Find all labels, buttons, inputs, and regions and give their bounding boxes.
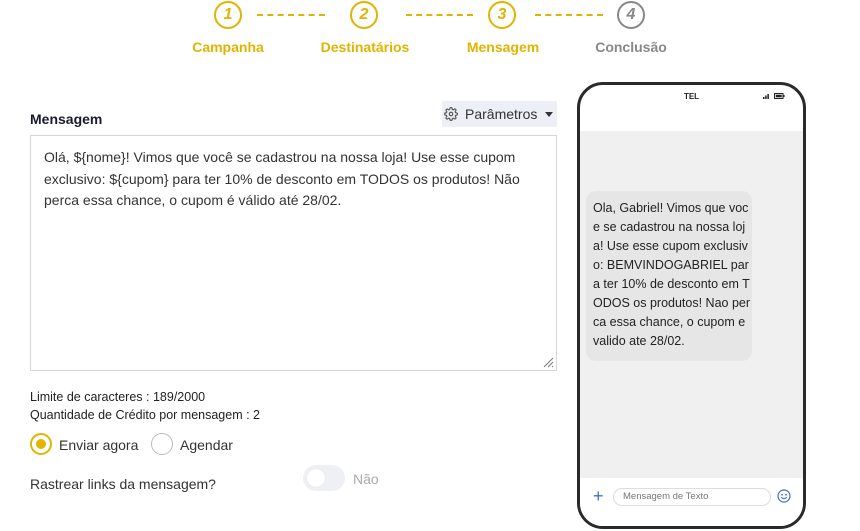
sms-preview-bubble: Ola, Gabriel! Vimos que voce se cadastro… (586, 191, 752, 361)
radio-schedule[interactable] (151, 433, 173, 455)
step-3-label[interactable]: Mensagem (467, 39, 539, 55)
battery-icon (774, 93, 785, 99)
track-links-state: Não (353, 471, 379, 487)
emoji-icon (777, 489, 791, 503)
step-2-label[interactable]: Destinatários (321, 39, 410, 55)
step-3-circle[interactable]: 3 (488, 1, 516, 29)
phone-compose-bar: + Mensagem de Texto (580, 478, 803, 526)
caret-down-icon (545, 111, 554, 117)
char-limit-text: Limite de caracteres : 189/2000 (30, 390, 206, 404)
step-connector (257, 14, 325, 16)
step-connector (406, 14, 473, 16)
toggle-knob (307, 469, 325, 487)
step-1-circle[interactable]: 1 (214, 1, 242, 29)
signal-icon (763, 94, 769, 99)
radio-schedule-label[interactable]: Agendar (180, 437, 233, 453)
section-title: Mensagem (30, 111, 103, 127)
phone-preview: TEL Ola, Gabriel! Vimos que voce se cada… (577, 82, 806, 529)
compose-input: Mensagem de Texto (613, 488, 771, 506)
resize-handle-icon[interactable] (542, 356, 554, 368)
phone-status-bar: TEL (580, 85, 803, 107)
track-links-toggle[interactable] (303, 465, 345, 491)
message-textarea[interactable]: Olá, ${nome}! Vimos que você se cadastro… (30, 135, 557, 371)
step-4-label: Conclusão (595, 39, 667, 55)
parameters-button[interactable]: Parâmetros (442, 101, 557, 127)
radio-send-now[interactable] (30, 433, 52, 455)
step-connector (535, 14, 603, 16)
parameters-label: Parâmetros (465, 106, 538, 122)
wizard-stepper: 1 2 3 4 Campanha Destinatários Mensagem … (0, 0, 860, 60)
step-1-label[interactable]: Campanha (192, 39, 264, 55)
gear-icon (444, 107, 458, 121)
step-2-circle[interactable]: 2 (350, 1, 378, 29)
phone-messages-area: Ola, Gabriel! Vimos que voce se cadastro… (580, 131, 803, 481)
message-text: Olá, ${nome}! Vimos que você se cadastro… (44, 149, 520, 208)
step-4-circle: 4 (617, 1, 645, 29)
radio-send-now-label[interactable]: Enviar agora (59, 437, 138, 453)
track-links-label: Rastrear links da mensagem? (30, 476, 216, 492)
credit-qty-text: Quantidade de Crédito por mensagem : 2 (30, 408, 260, 422)
plus-icon: + (593, 486, 604, 506)
